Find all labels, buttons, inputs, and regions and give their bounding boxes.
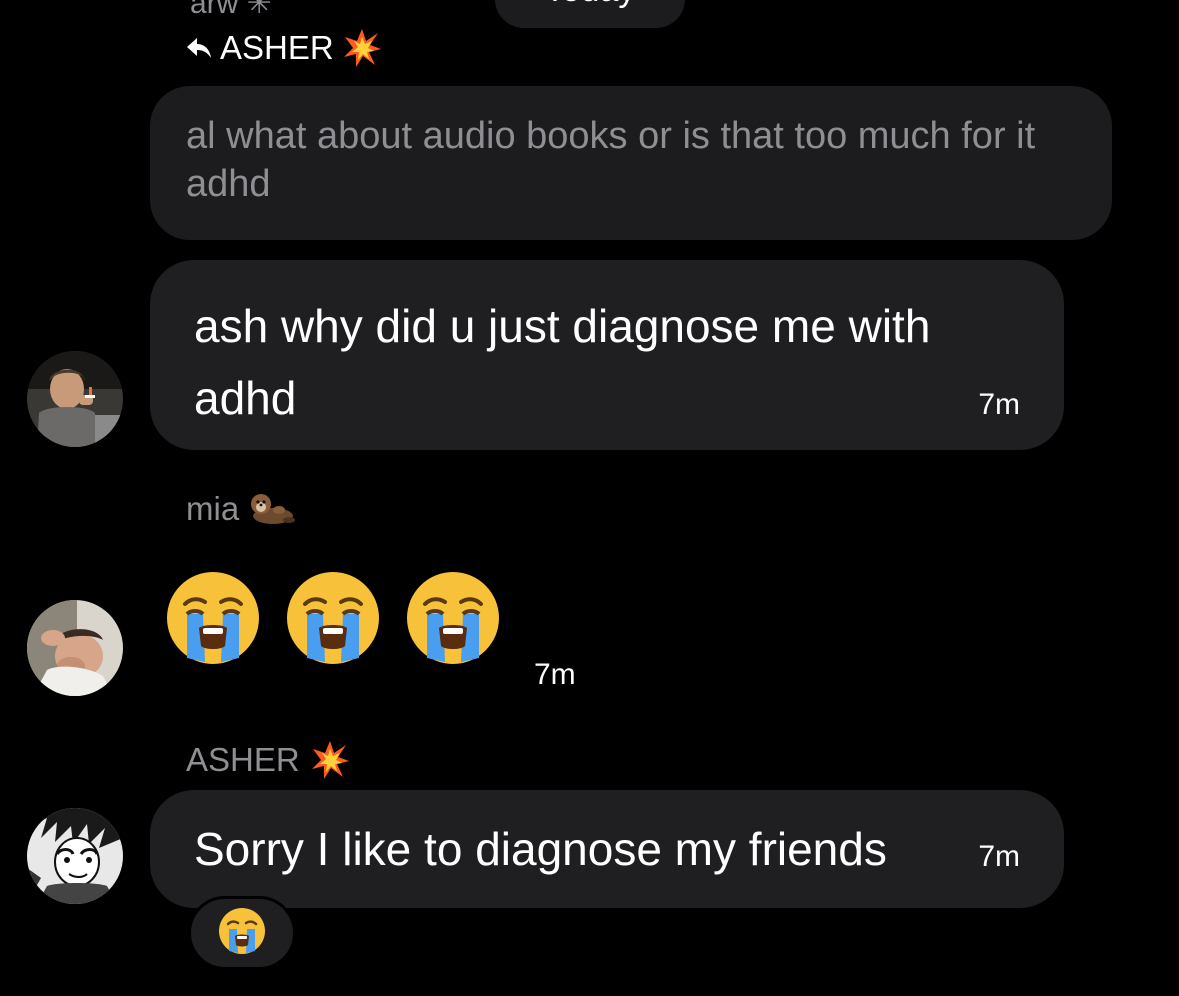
loudly-crying-face-icon — [218, 907, 266, 960]
message-text: Sorry I like to diagnose my friends — [194, 823, 887, 875]
emoji-message[interactable] — [165, 570, 501, 666]
avatar[interactable] — [27, 351, 123, 447]
quoted-message-bubble[interactable]: al what about audio books or is that too… — [150, 86, 1112, 240]
loudly-crying-face-icon — [165, 570, 261, 666]
loudly-crying-face-icon — [285, 570, 381, 666]
message-bubble[interactable]: Sorry I like to diagnose my friends 7m — [150, 790, 1064, 908]
reply-header: ASHER — [186, 26, 382, 70]
quoted-message-text: al what about audio books or is that too… — [186, 115, 1036, 205]
reply-to-name: ASHER — [220, 29, 334, 66]
collision-icon — [342, 28, 382, 68]
avatar[interactable] — [27, 600, 123, 696]
message-text: ash why did u just diagnose me with adhd — [194, 300, 931, 424]
sender-name: mia — [186, 490, 296, 528]
sender-name-text: mia — [186, 490, 240, 527]
message-timestamp: 7m — [978, 840, 1020, 873]
message-timestamp: 7m — [534, 658, 576, 691]
previous-sender-label: arw ✳ — [190, 0, 272, 20]
message-timestamp: 7m — [978, 388, 1020, 421]
sender-name-text: ASHER — [186, 741, 300, 778]
otter-icon — [249, 490, 296, 528]
avatar[interactable] — [27, 808, 123, 904]
collision-icon — [310, 740, 350, 780]
message-bubble[interactable]: ash why did u just diagnose me with adhd… — [150, 260, 1064, 450]
sender-name: ASHER — [186, 740, 350, 780]
reply-arrow-icon — [186, 36, 212, 60]
date-separator-pill: Today — [495, 0, 685, 28]
loudly-crying-face-icon — [405, 570, 501, 666]
reaction-pill[interactable] — [188, 896, 296, 970]
